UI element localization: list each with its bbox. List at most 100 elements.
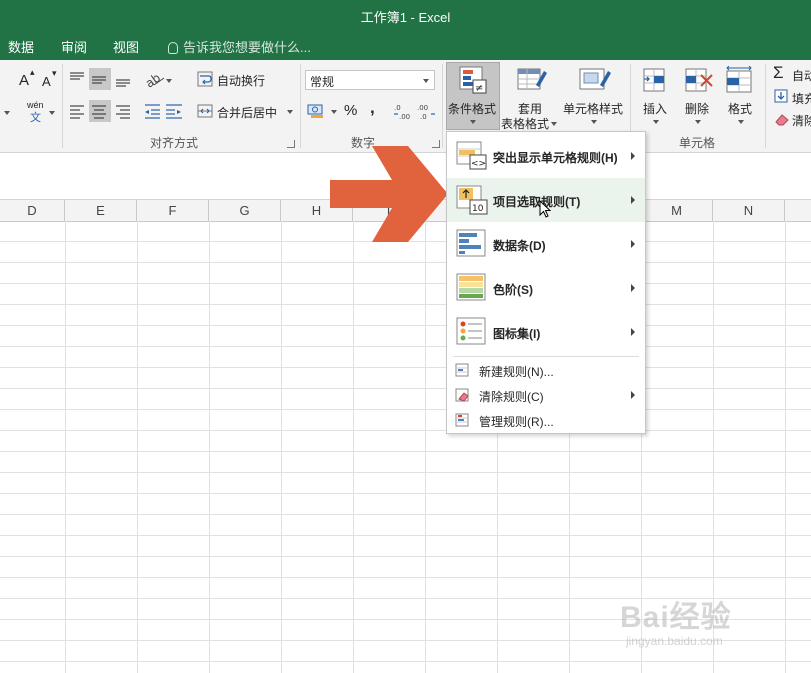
format-as-table-dropdown-icon[interactable] <box>551 122 557 126</box>
fill-button[interactable]: 填充 <box>792 90 811 107</box>
wrap-text-button[interactable]: 自动换行 <box>217 72 265 89</box>
menu-item-clear-rules[interactable]: 清除规则(C) <box>447 383 645 407</box>
menu-item-label: 数据条(D) <box>493 239 546 253</box>
cells-group-label: 单元格 <box>679 136 716 150</box>
data-bars-icon <box>456 229 486 257</box>
group-separator <box>442 64 443 148</box>
decimal-places-icons[interactable]: .0 .00 .00 .0 <box>393 102 437 120</box>
conditional-formatting-icon: ≠ <box>459 66 487 94</box>
phonetic-guide-icon: 文 <box>30 112 41 124</box>
horizontal-align-icons[interactable] <box>68 102 138 120</box>
menu-separator <box>453 356 639 357</box>
column-header[interactable]: D <box>0 200 65 221</box>
icon-sets-icon <box>456 317 486 345</box>
indent-icons[interactable] <box>144 102 186 120</box>
menu-item-color-scales[interactable]: 色阶(S) <box>447 266 645 310</box>
grow-font-button[interactable]: A <box>19 72 29 89</box>
menu-item-new-rule[interactable]: 新建规则(N)... <box>447 358 645 382</box>
tab-view[interactable]: 视图 <box>113 37 139 56</box>
currency-dropdown-icon[interactable] <box>331 110 337 114</box>
neq-symbol: ≠ <box>475 83 483 94</box>
group-separator <box>765 64 766 148</box>
top-bottom-rules-icon: 10 <box>456 185 488 215</box>
shrink-font-button[interactable]: A <box>42 74 51 89</box>
orientation-dropdown-icon[interactable] <box>166 79 172 83</box>
merge-center-dropdown-icon[interactable] <box>287 110 293 114</box>
menu-item-label: 项目选取规则(T) <box>493 195 581 209</box>
submenu-arrow-icon <box>631 391 635 399</box>
format-as-table-icon <box>517 68 547 90</box>
cell-styles-dropdown-icon[interactable] <box>591 120 597 124</box>
column-header[interactable]: N <box>713 200 785 221</box>
number-format-select[interactable]: 常规 <box>305 70 435 90</box>
menu-item-icon-sets[interactable]: 图标集(I) <box>447 310 645 354</box>
menu-item-label: 图标集(I) <box>493 327 541 341</box>
svg-text:.00: .00 <box>417 104 428 112</box>
vertical-align-icons[interactable] <box>68 70 138 88</box>
insert-button[interactable]: 插入 <box>643 100 667 117</box>
column-header[interactable]: E <box>65 200 137 221</box>
merge-center-button[interactable]: 合并后居中 <box>217 104 277 121</box>
fill-icon <box>774 89 788 103</box>
currency-format-icon[interactable] <box>307 102 327 120</box>
watermark-url: jingyan.baidu.com <box>626 634 723 648</box>
menu-item-label: 突出显示单元格规则(H) <box>493 151 618 165</box>
submenu-arrow-icon <box>631 284 635 292</box>
orientation-icon[interactable]: ab <box>144 70 166 88</box>
ribbon: A ▴ A ▾ wén 文 ab 自动换行 合并后居中 对齐方式 常规 % , … <box>0 60 811 153</box>
menu-item-highlight-cells-rules[interactable]: <> 突出显示单元格规则(H) <box>447 134 645 178</box>
number-format-value: 常规 <box>310 75 335 89</box>
ribbon-tab-bar: 数据 审阅 视图 告诉我您想要做什么... <box>0 32 811 60</box>
tell-me-box[interactable]: 告诉我您想要做什么... <box>168 37 311 56</box>
group-separator <box>300 64 301 148</box>
format-as-table-label-line2[interactable]: 表格格式 <box>501 115 549 132</box>
menu-item-label: 色阶(S) <box>493 283 533 297</box>
column-header[interactable]: M <box>641 200 713 221</box>
percent-style-button[interactable]: % <box>344 102 357 119</box>
color-scales-icon <box>456 273 486 301</box>
comma-style-button[interactable]: , <box>370 98 375 118</box>
lightbulb-icon <box>168 42 178 54</box>
format-cells-icon <box>726 66 752 93</box>
menu-item-label: 清除规则(C) <box>479 390 544 404</box>
delete-cells-icon <box>685 68 713 92</box>
tell-me-placeholder: 告诉我您想要做什么... <box>183 40 311 55</box>
clear-rules-icon <box>455 388 469 402</box>
autosum-button[interactable]: 自动 <box>792 67 811 84</box>
format-dropdown-icon[interactable] <box>738 120 744 124</box>
submenu-arrow-icon <box>631 196 635 204</box>
grow-font-arrow-icon: ▴ <box>30 67 35 77</box>
svg-text:ab: ab <box>144 71 163 88</box>
submenu-arrow-icon <box>631 240 635 248</box>
format-button[interactable]: 格式 <box>728 100 752 117</box>
menu-item-top-bottom-rules[interactable]: 10 项目选取规则(T) <box>447 178 645 222</box>
number-format-dropdown-icon <box>423 79 429 83</box>
wrap-text-icon <box>197 71 213 87</box>
cell-styles-icon <box>579 68 611 90</box>
submenu-arrow-icon <box>631 328 635 336</box>
tab-data[interactable]: 数据 <box>8 37 34 56</box>
merge-center-icon <box>197 104 213 118</box>
tab-review[interactable]: 审阅 <box>61 37 87 56</box>
column-header-partial[interactable] <box>785 200 811 221</box>
clear-eraser-icon <box>775 114 789 126</box>
insert-cells-icon <box>643 68 665 92</box>
annotation-arrow-icon <box>330 146 448 242</box>
phonetic-dropdown-icon[interactable] <box>49 111 55 115</box>
lt-gt-symbol: <> <box>471 159 486 169</box>
alignment-dialog-launcher-icon[interactable] <box>287 140 295 148</box>
submenu-arrow-icon <box>631 152 635 160</box>
new-rule-icon <box>455 363 469 377</box>
cell-styles-label[interactable]: 单元格样式 <box>563 100 623 117</box>
alignment-group-label: 对齐方式 <box>150 136 199 150</box>
menu-item-data-bars[interactable]: 数据条(D) <box>447 222 645 266</box>
delete-button[interactable]: 删除 <box>685 100 709 117</box>
conditional-formatting-menu: <> 突出显示单元格规则(H) 10 项目选取规则(T) 数据条(D) 色阶(S… <box>446 131 646 434</box>
column-header[interactable]: F <box>137 200 209 221</box>
menu-item-manage-rules[interactable]: 管理规则(R)... <box>447 408 645 432</box>
clear-button[interactable]: 清除 <box>792 112 811 129</box>
column-header[interactable]: G <box>209 200 281 221</box>
font-size-dropdown-icon[interactable] <box>4 111 10 115</box>
insert-dropdown-icon[interactable] <box>653 120 659 124</box>
delete-dropdown-icon[interactable] <box>695 120 701 124</box>
